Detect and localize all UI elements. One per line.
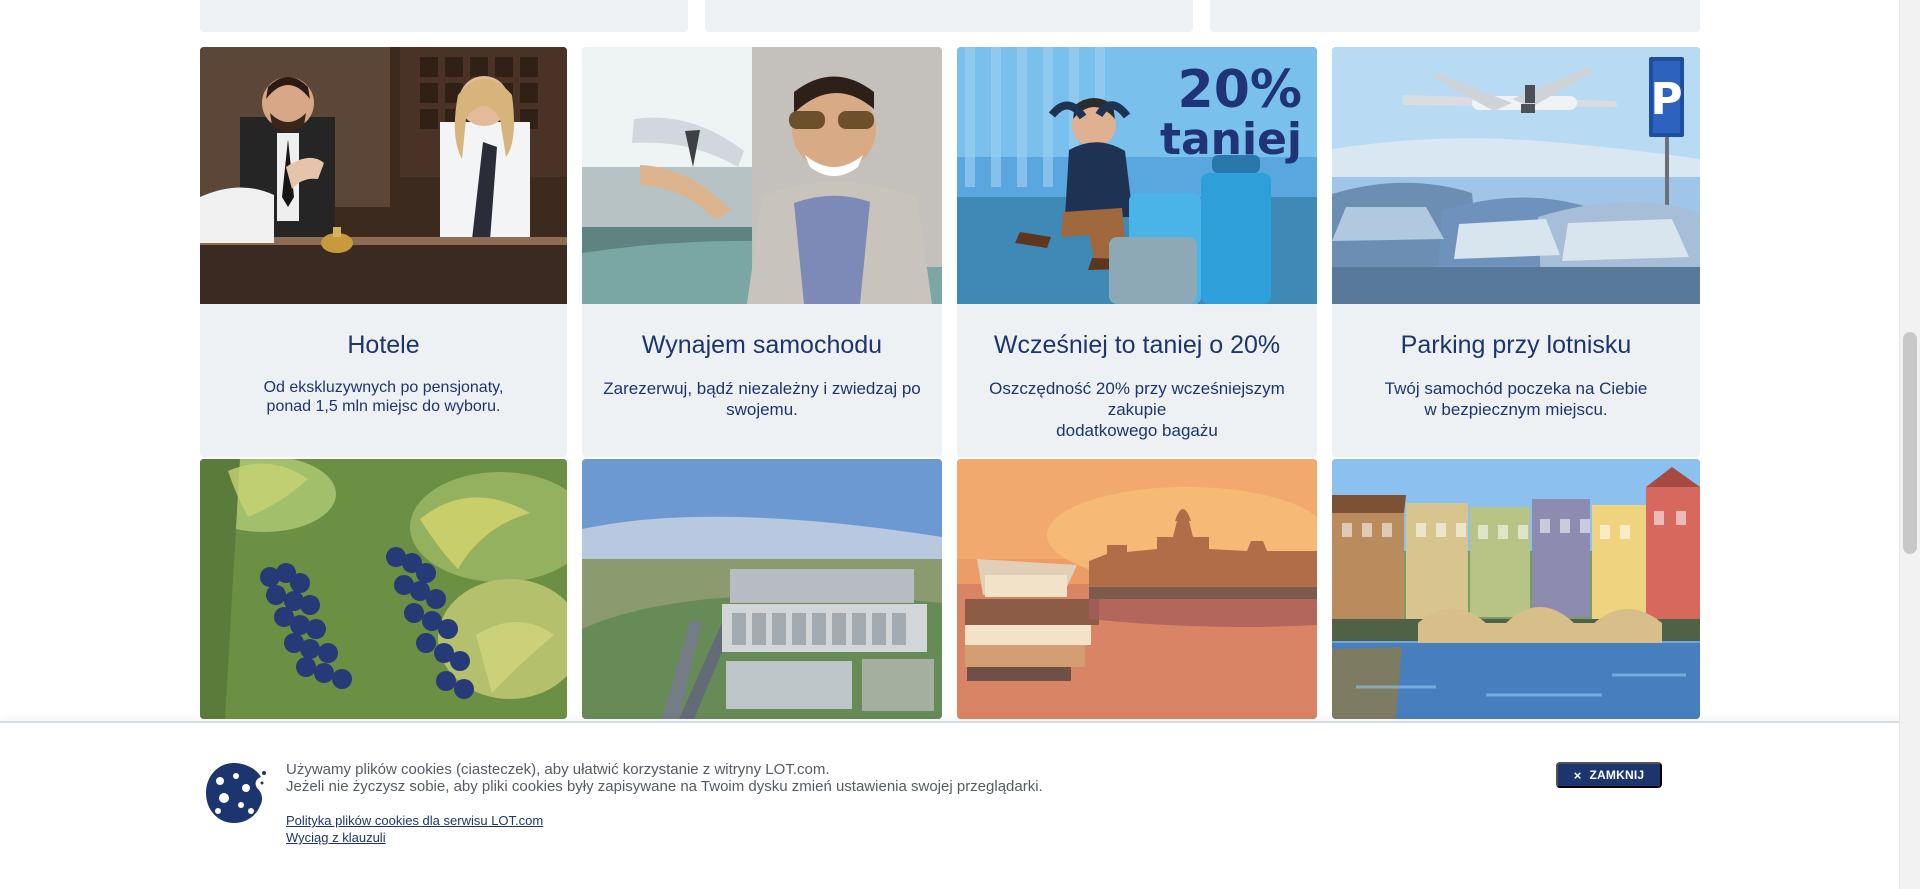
car-rental-description-line: swojemu. — [726, 400, 798, 419]
car-rental-image — [582, 47, 942, 304]
hotel-reception-image — [200, 47, 567, 304]
city-river-image — [1332, 459, 1700, 719]
hotels-description-line: ponad 1,5 mln miejsc do wyboru. — [266, 398, 501, 415]
airport-parking-description: Twój samochód poczeka na Ciebie w bezpie… — [1334, 378, 1698, 420]
baggage-discount-description: Oszczędność 20% przy wcześniejszym zakup… — [959, 378, 1315, 441]
airport-parking-description-line: w bezpiecznym miejscu. — [1424, 400, 1608, 419]
cookie-policy-link[interactable]: Polityka plików cookies dla serwisu LOT.… — [286, 812, 543, 829]
offer-card-airport-parking[interactable]: P Parking przy lotnisku Twój samochód po… — [1332, 47, 1700, 457]
offer-card-hotels[interactable]: Hotele Od ekskluzywnych po pensjonaty, p… — [200, 47, 567, 457]
previous-row-card-bottoms — [200, 0, 1700, 32]
hotels-description: Od ekskluzywnych po pensjonaty, ponad 1,… — [202, 378, 565, 416]
baggage-discount-card-body: Wcześniej to taniej o 20% Oszczędność 20… — [957, 304, 1317, 457]
discount-percent-text: 20% — [1178, 60, 1302, 120]
cookie-text-block: Używamy plików cookies (ciasteczek), aby… — [286, 761, 1186, 846]
clause-excerpt-link[interactable]: Wyciąg z klauzuli — [286, 829, 386, 846]
baggage-discount-image: 20% taniej — [957, 47, 1317, 304]
vertical-scrollbar[interactable] — [1899, 0, 1920, 889]
page-viewport: Hotele Od ekskluzywnych po pensjonaty, p… — [0, 0, 1920, 889]
offer-card-budapest[interactable] — [957, 459, 1317, 719]
airport-parking-title: Parking przy lotnisku — [1400, 331, 1632, 359]
offer-card-city-river[interactable] — [1332, 459, 1700, 719]
budapest-sunset-image — [957, 459, 1317, 719]
close-icon: × — [1573, 767, 1582, 783]
offer-card-airport-aerial[interactable] — [582, 459, 942, 719]
close-cookie-button[interactable]: × ZAMKNIJ — [1556, 762, 1662, 788]
previous-row-card-2 — [705, 0, 1193, 32]
parking-sign-icon: P — [1650, 74, 1682, 125]
airport-parking-description-line: Twój samochód poczeka na Ciebie — [1384, 379, 1648, 398]
cookie-consent-bar: Używamy plików cookies (ciasteczek), aby… — [0, 721, 1900, 889]
previous-row-card-3 — [1210, 0, 1700, 32]
car-rental-card-body: Wynajem samochodu Zarezerwuj, bądź nieza… — [582, 304, 942, 457]
offer-card-extra-baggage-discount[interactable]: 20% taniej Wcześniej to taniej o 20% Osz… — [957, 47, 1317, 457]
hotels-title: Hotele — [347, 331, 420, 359]
car-rental-title: Wynajem samochodu — [641, 331, 883, 359]
airport-parking-card-body: Parking przy lotnisku Twój samochód pocz… — [1332, 304, 1700, 457]
baggage-discount-title: Wcześniej to taniej o 20% — [993, 331, 1281, 359]
airport-parking-image: P — [1332, 47, 1700, 304]
cookie-message-line: Używamy plików cookies (ciasteczek), aby… — [286, 761, 830, 778]
offer-card-vineyard[interactable] — [200, 459, 567, 719]
previous-row-card-1 — [200, 0, 688, 32]
vineyard-grapes-image — [200, 459, 567, 719]
car-rental-description-line: Zarezerwuj, bądź niezależny i zwiedzaj p… — [603, 379, 921, 398]
baggage-discount-description-line: Oszczędność 20% przy wcześniejszym zakup… — [989, 379, 1285, 419]
baggage-discount-description-line: dodatkowego bagażu — [1056, 421, 1218, 440]
hotels-description-line: Od ekskluzywnych po pensjonaty, — [263, 379, 504, 396]
offer-card-car-rental[interactable]: Wynajem samochodu Zarezerwuj, bądź nieza… — [582, 47, 942, 457]
airport-aerial-image — [582, 459, 942, 719]
car-rental-description: Zarezerwuj, bądź niezależny i zwiedzaj p… — [584, 378, 940, 420]
close-cookie-label: ZAMKNIJ — [1589, 768, 1645, 782]
cookie-icon — [206, 763, 266, 823]
cookie-message-line: Jeżeli nie życzysz sobie, aby pliki cook… — [286, 778, 1043, 795]
hotels-card-body: Hotele Od ekskluzywnych po pensjonaty, p… — [200, 304, 567, 457]
scrollbar-thumb[interactable] — [1903, 332, 1917, 554]
